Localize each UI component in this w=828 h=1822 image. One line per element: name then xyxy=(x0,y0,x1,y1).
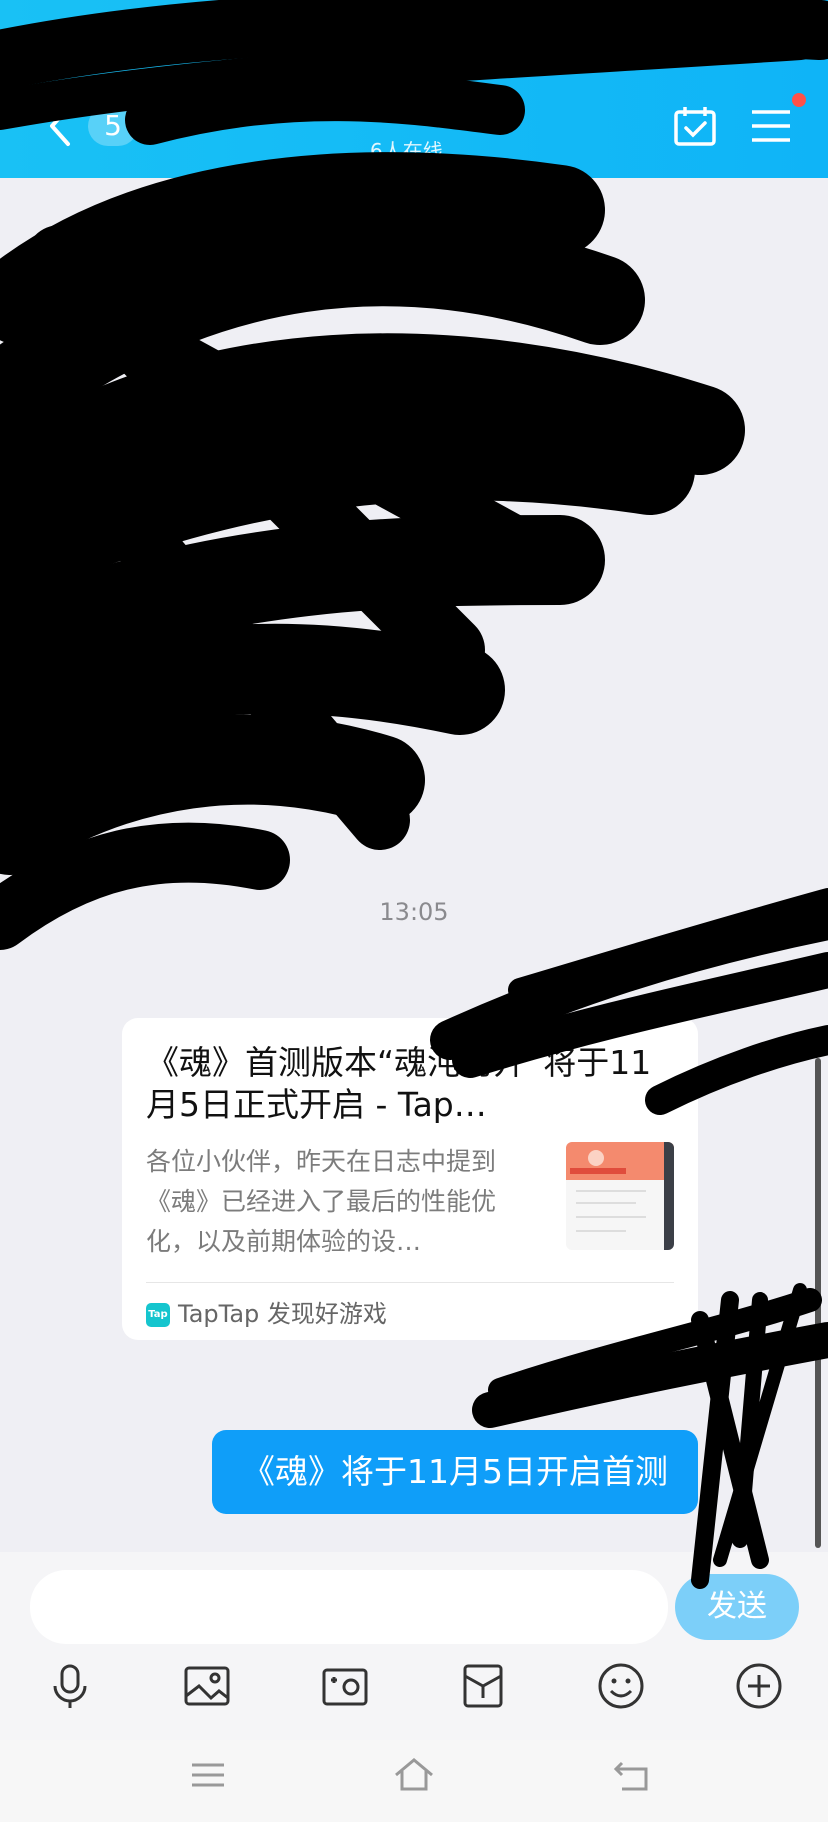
card-title: 《魂》首测版本“魂沌初开”将于11月5日正式开启 - Tap… xyxy=(146,1043,652,1124)
scrollbar[interactable] xyxy=(815,1058,821,1548)
taptap-logo: Tap xyxy=(146,1303,170,1327)
nav-home-icon[interactable] xyxy=(392,1755,436,1795)
card-source-label: TapTap 发现好游戏 xyxy=(178,1300,387,1328)
message-timestamp: 13:05 xyxy=(379,898,449,926)
card-source: Tap TapTap 发现好游戏 xyxy=(146,1296,387,1332)
unread-count-badge[interactable]: 5 xyxy=(88,106,138,146)
message-input[interactable] xyxy=(30,1570,668,1644)
chat-toolbar xyxy=(0,1648,828,1740)
online-count: 6人在线 xyxy=(370,139,443,163)
microphone-icon[interactable] xyxy=(44,1660,96,1712)
menu-icon[interactable] xyxy=(748,104,794,148)
camera-icon[interactable] xyxy=(319,1660,371,1712)
back-arrow-icon[interactable] xyxy=(44,104,76,148)
group-title: ·· (69) xyxy=(420,94,523,134)
card-thumbnail xyxy=(566,1142,674,1250)
nav-back-icon[interactable] xyxy=(610,1755,654,1795)
plus-icon[interactable] xyxy=(733,1660,785,1712)
image-icon[interactable] xyxy=(181,1660,233,1712)
card-divider xyxy=(146,1282,674,1283)
red-packet-icon[interactable] xyxy=(457,1660,509,1712)
shared-link-card[interactable]: 《魂》首测版本“魂沌初开”将于11月5日正式开启 - Tap… 各位小伙伴，昨天… xyxy=(122,1018,698,1340)
emoji-icon[interactable] xyxy=(595,1660,647,1712)
card-description: 各位小伙伴，昨天在日志中提到《魂》已经进入了最后的性能优化，以及前期体验的设… xyxy=(146,1147,497,1256)
calendar-check-icon[interactable] xyxy=(672,104,718,148)
notification-dot xyxy=(792,93,806,107)
send-button[interactable]: 发送 xyxy=(675,1574,799,1640)
sent-message-bubble[interactable]: 《魂》将于11月5日开启首测 xyxy=(212,1430,698,1514)
nav-menu-icon[interactable] xyxy=(186,1755,230,1795)
